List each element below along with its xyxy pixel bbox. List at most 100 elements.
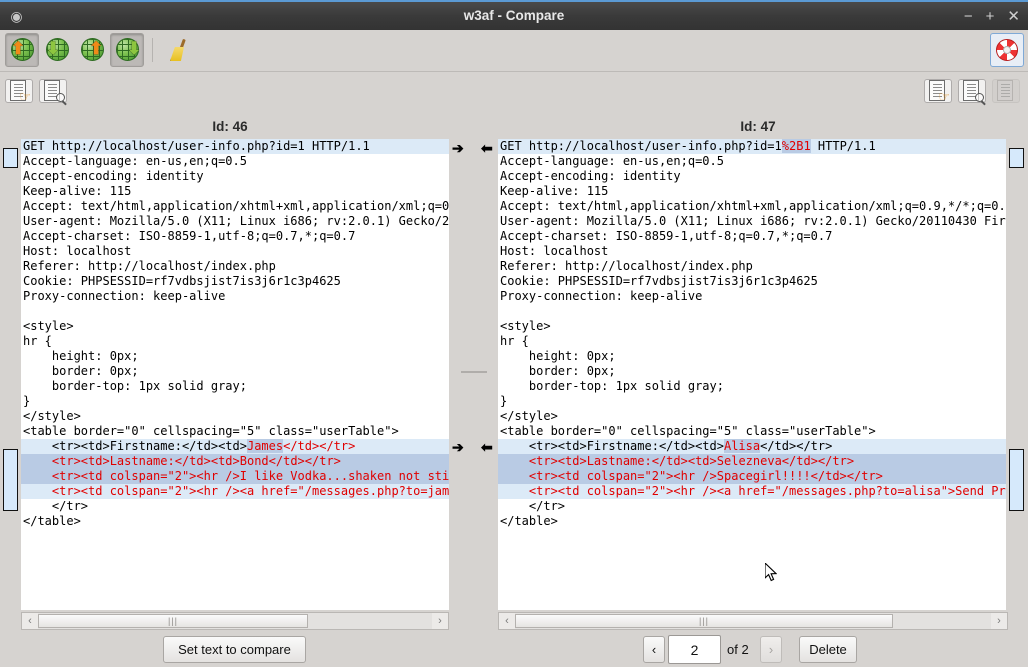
window-controls: − + ✕: [964, 2, 1020, 30]
diff-text: border: 0px;: [23, 364, 139, 378]
diff-line: border-top: 1px solid gray;: [498, 379, 1006, 394]
page-number-input[interactable]: 2: [668, 635, 721, 664]
left-send-to-manual-request[interactable]: ☞: [5, 79, 33, 103]
right-overview-scrollbar[interactable]: [1006, 139, 1027, 610]
gutter-right-arrow-2[interactable]: ➔: [452, 440, 464, 454]
diff-line: <tr><td colspan="2"><hr /><a href="/mess…: [498, 484, 1006, 499]
diff-text: border-top: 1px solid gray;: [23, 379, 247, 393]
diff-text: <tr><td>Firstname:</td><td>: [500, 439, 724, 453]
diff-line: </tr>: [21, 499, 449, 514]
diff-line: <tr><td colspan="2"><hr /><a href="/mess…: [21, 484, 449, 499]
diff-line: </style>: [498, 409, 1006, 424]
diff-text: </td></tr>: [781, 454, 855, 468]
toolbar-next-difference[interactable]: ⬇: [40, 33, 74, 67]
diff-text: %2B1: [781, 139, 811, 153]
right-horizontal-scrollbar[interactable]: ‹ ||| ›: [498, 612, 1008, 630]
diff-line: <table border="0" cellspacing="5" class=…: [21, 424, 449, 439]
right-send-to-fuzzy-request[interactable]: [958, 79, 986, 103]
diff-line: <tr><td>Lastname:</td><td>Bond</td></tr>: [21, 454, 449, 469]
diff-line: <tr><td colspan="2"><hr />I like Vodka..…: [21, 469, 449, 484]
diff-line: border-top: 1px solid gray;: [21, 379, 449, 394]
gutter-handle[interactable]: [461, 371, 487, 373]
diff-line: Cookie: PHPSESSID=rf7vdbsjist7is3j6r1c3p…: [21, 274, 449, 289]
diff-text: }: [23, 394, 31, 408]
diff-line: GET http://localhost/user-info.php?id=1%…: [498, 139, 1006, 154]
close-icon[interactable]: ✕: [1007, 9, 1020, 24]
left-request-text[interactable]: GET http://localhost/user-info.php?id=1 …: [21, 139, 449, 610]
diff-text: <tr><td: [500, 454, 580, 468]
right-hscroll-track[interactable]: |||: [515, 613, 991, 629]
left-pane-header: Id: 46: [212, 119, 248, 134]
left-overview-thumb[interactable]: [3, 449, 18, 511]
diff-line: }: [21, 394, 449, 409]
left-hscroll-thumb[interactable]: |||: [38, 614, 308, 628]
set-text-to-compare-button[interactable]: Set text to compare: [163, 636, 306, 663]
toolbar-help[interactable]: [990, 33, 1024, 67]
diff-line: Accept-language: en-us,en;q=0.5: [498, 154, 1006, 169]
toolbar-clear[interactable]: [160, 33, 194, 67]
right-hscroll-left-arrow[interactable]: ‹: [499, 613, 515, 629]
maximize-icon[interactable]: +: [986, 9, 995, 24]
minimize-icon[interactable]: −: [964, 9, 973, 24]
right-request-text[interactable]: GET http://localhost/user-info.php?id=1%…: [498, 139, 1006, 610]
diff-text: <tr><td colspan="2"><hr /><a href="/mess…: [23, 484, 449, 498]
diff-text: hr {: [500, 334, 529, 348]
diff-text: </style>: [500, 409, 558, 423]
toolbar-first-difference[interactable]: ⬆: [75, 33, 109, 67]
diff-line: User-agent: Mozilla/5.0 (X11; Linux i686…: [21, 214, 449, 229]
globe-down-arrow-icon: ⬇: [44, 37, 70, 63]
diff-line: Accept: text/html,application/xhtml+xml,…: [21, 199, 449, 214]
left-horizontal-scrollbar[interactable]: ‹ ||| ›: [21, 612, 449, 630]
diff-text: <tr><td colspan="2"><hr />Spacegirl!!!!<…: [500, 469, 883, 483]
diff-line: Accept: text/html,application/xhtml+xml,…: [498, 199, 1006, 214]
right-hscroll-right-arrow[interactable]: ›: [991, 613, 1007, 629]
diff-text: Cookie: PHPSESSID=rf7vdbsjist7is3j6r1c3p…: [500, 274, 818, 288]
diff-text: Host: localhost: [500, 244, 609, 258]
toolbar-last-difference[interactable]: ⬇: [110, 33, 144, 67]
diff-text: Keep-alive: 115: [23, 184, 132, 198]
delete-button[interactable]: Delete: [799, 636, 857, 663]
globe-up-arrow-right-icon: ⬆: [79, 37, 105, 63]
gutter-right-arrow-1[interactable]: ➔: [452, 141, 464, 155]
right-overview-thumb[interactable]: [1009, 449, 1024, 511]
gutter-left-arrow-1[interactable]: ⬅: [481, 141, 493, 155]
diff-line: Keep-alive: 115: [498, 184, 1006, 199]
diff-text: </table>: [500, 514, 558, 528]
diff-text: User-agent: Mozilla/5.0 (X11; Linux i686…: [500, 214, 1006, 228]
diff-text: Host: localhost: [23, 244, 132, 258]
diff-text: Accept: text/html,application/xhtml+xml,…: [500, 199, 1006, 213]
right-hscroll-thumb[interactable]: |||: [515, 614, 893, 628]
diff-text: HTTP/1.1: [810, 139, 876, 153]
diff-line: Keep-alive: 115: [21, 184, 449, 199]
previous-page-button[interactable]: ‹: [643, 636, 665, 663]
diff-line: User-agent: Mozilla/5.0 (X11; Linux i686…: [498, 214, 1006, 229]
right-overview-thumb-top[interactable]: [1009, 148, 1024, 168]
right-send-to-manual-request[interactable]: ☞: [924, 79, 952, 103]
left-hscroll-right-arrow[interactable]: ›: [432, 613, 448, 629]
diff-text: border: 0px;: [500, 364, 616, 378]
diff-line: Proxy-connection: keep-alive: [498, 289, 1006, 304]
diff-text: James: [246, 439, 284, 453]
diff-line: hr {: [498, 334, 1006, 349]
toolbar-previous-difference[interactable]: ⬆: [5, 33, 39, 67]
lifesaver-icon: [994, 37, 1020, 63]
diff-text: </table>: [23, 514, 81, 528]
diff-text: Referer: http://localhost/index.php: [500, 259, 753, 273]
diff-text: Referer: http://localhost/index.php: [23, 259, 276, 273]
diff-line: Referer: http://localhost/index.php: [21, 259, 449, 274]
diff-text: Proxy-connection: keep-alive: [500, 289, 703, 303]
diff-line: Proxy-connection: keep-alive: [21, 289, 449, 304]
diff-text: }: [500, 394, 508, 408]
left-send-to-fuzzy-request[interactable]: [39, 79, 67, 103]
diff-line: <tr><td colspan="2"><hr />Spacegirl!!!!<…: [498, 469, 1006, 484]
left-overview-thumb-top[interactable]: [3, 148, 18, 168]
diff-line: Accept-encoding: identity: [498, 169, 1006, 184]
gutter-left-arrow-2[interactable]: ⬅: [481, 440, 493, 454]
left-hscroll-left-arrow[interactable]: ‹: [22, 613, 38, 629]
diff-text: <tr><td colspan="2"><hr />I like Vodka..…: [23, 469, 449, 483]
next-page-button[interactable]: ›: [760, 636, 782, 663]
left-overview-scrollbar[interactable]: [0, 139, 21, 610]
diff-gutter: ➔ ⬅ ➔ ⬅: [449, 139, 498, 610]
left-hscroll-track[interactable]: |||: [38, 613, 432, 629]
diff-text: Cookie: PHPSESSID=rf7vdbsjist7is3j6r1c3p…: [23, 274, 341, 288]
